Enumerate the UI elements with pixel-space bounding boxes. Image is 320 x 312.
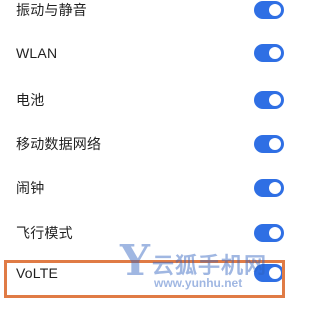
setting-label: 振动与静音 — [16, 2, 87, 18]
wlan-toggle[interactable] — [254, 44, 284, 62]
vibrate-silent-toggle[interactable] — [254, 1, 284, 19]
setting-row-mobile-data[interactable]: 移动数据网络 — [0, 122, 300, 166]
setting-label: 电池 — [16, 92, 45, 108]
setting-row-vibrate-silent[interactable]: 振动与静音 — [0, 0, 300, 32]
setting-label: 闹钟 — [16, 180, 45, 196]
toggle-knob — [269, 94, 281, 106]
alarm-toggle[interactable] — [254, 179, 284, 197]
setting-row-airplane-mode[interactable]: 飞行模式 — [0, 211, 300, 255]
toggle-knob — [269, 47, 281, 59]
toggle-knob — [269, 182, 281, 194]
battery-toggle[interactable] — [254, 91, 284, 109]
mobile-data-toggle[interactable] — [254, 135, 284, 153]
setting-row-alarm[interactable]: 闹钟 — [0, 166, 300, 210]
toggle-knob — [269, 227, 281, 239]
setting-label: WLAN — [16, 45, 58, 61]
toggle-knob — [269, 4, 281, 16]
setting-row-battery[interactable]: 电池 — [0, 78, 300, 122]
toggle-knob — [269, 138, 281, 150]
volte-highlight-box — [4, 260, 285, 298]
setting-label: 飞行模式 — [16, 225, 73, 241]
setting-label: 移动数据网络 — [16, 136, 102, 152]
airplane-mode-toggle[interactable] — [254, 224, 284, 242]
setting-row-wlan[interactable]: WLAN — [0, 31, 300, 75]
